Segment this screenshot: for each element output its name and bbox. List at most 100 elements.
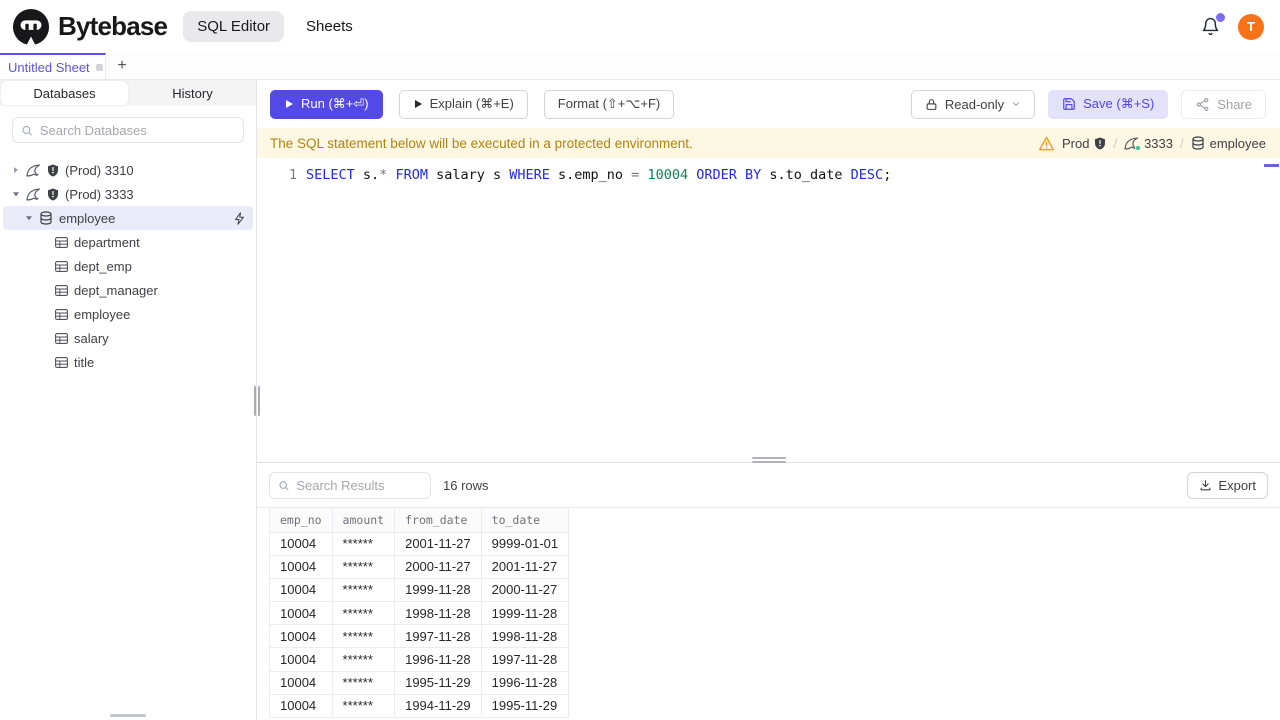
results-resize-handle[interactable] — [751, 457, 786, 463]
sidebar: Databases History (Prod) 3310 (Prod) 3333… — [0, 80, 260, 720]
tab-history[interactable]: History — [129, 80, 256, 106]
format-button-label: Format (⇧+⌥+F) — [557, 96, 661, 111]
tree-table-title[interactable]: title — [0, 350, 256, 374]
nav-sheets[interactable]: Sheets — [292, 11, 367, 42]
column-header-amount[interactable]: amount — [332, 508, 396, 533]
sidebar-horizontal-scrollbar[interactable] — [110, 714, 146, 717]
tree-table-dept-emp[interactable]: dept_emp — [0, 254, 256, 278]
sql-token: DESC — [850, 167, 884, 183]
table-row[interactable]: 10004 ****** 1996-11-28 1997-11-28 — [269, 647, 570, 672]
brand-name: Bytebase — [58, 11, 168, 41]
tree-table-employee[interactable]: employee — [0, 302, 256, 326]
table-row[interactable]: 10004 ****** 2001-11-27 9999-01-01 — [269, 532, 570, 556]
column-header-to_date[interactable]: to_date — [481, 508, 570, 533]
column-header-from_date[interactable]: from_date — [394, 508, 482, 533]
save-button[interactable]: Save (⌘+S) — [1048, 89, 1169, 119]
chevron-down-icon — [1013, 102, 1020, 107]
tree-table-department[interactable]: department — [0, 230, 256, 254]
share-button[interactable]: Share — [1181, 89, 1266, 119]
tree-database-employee[interactable]: employee — [3, 206, 253, 230]
table-cell: 1997-11-28 — [481, 647, 570, 672]
sidebar-resize-handle[interactable] — [254, 386, 260, 416]
readonly-mode-dropdown[interactable]: Read-only — [910, 89, 1036, 119]
results-toolbar: 16 rows Export — [257, 463, 1280, 507]
table-row[interactable]: 10004 ****** 1997-11-28 1998-11-28 — [269, 624, 570, 649]
connection-status-dot — [1135, 144, 1142, 151]
table-cell: 2000-11-27 — [481, 578, 570, 603]
breadcrumb-environment[interactable]: Prod — [1062, 136, 1106, 151]
explain-button[interactable]: Explain (⌘+E) — [398, 89, 528, 119]
breadcrumb-instance[interactable]: 3333 — [1124, 136, 1173, 151]
sheet-tab-untitled[interactable]: Untitled Sheet — [0, 53, 106, 79]
table-cell: 10004 — [269, 671, 333, 695]
tab-databases[interactable]: Databases — [1, 81, 128, 105]
format-button[interactable]: Format (⇧+⌥+F) — [543, 89, 675, 119]
table-row[interactable]: 10004 ****** 1994-11-29 1995-11-29 — [269, 694, 570, 719]
chevron-down-icon — [12, 190, 20, 198]
table-cell: 1996-11-28 — [394, 647, 482, 672]
sql-token: s.to_date — [761, 167, 851, 183]
download-icon — [1201, 479, 1211, 490]
table-row[interactable]: 10004 ****** 1999-11-28 2000-11-27 — [269, 578, 570, 603]
tree-label: employee — [74, 306, 131, 322]
database-search-input[interactable] — [39, 122, 235, 138]
tree-label: department — [74, 234, 140, 250]
export-button-label: Export — [1218, 477, 1256, 493]
table-row[interactable]: 10004 ****** 2000-11-27 2001-11-27 — [269, 555, 570, 579]
nav-sql-editor[interactable]: SQL Editor — [183, 11, 285, 42]
content: Databases History (Prod) 3310 (Prod) 3333… — [0, 80, 1280, 720]
table-cell: 1998-11-28 — [394, 601, 482, 626]
table-cell: 1996-11-28 — [481, 671, 570, 695]
tree-table-dept-manager[interactable]: dept_manager — [0, 278, 256, 302]
results-table-body: 10004 ****** 2001-11-27 9999-01-01 10004 ****… — [269, 532, 570, 719]
table-cell: 10004 — [269, 601, 333, 626]
explain-button-label: Explain (⌘+E) — [429, 96, 514, 111]
results-search-input[interactable] — [296, 477, 422, 493]
table-row[interactable]: 10004 ****** 1995-11-29 1996-11-28 — [269, 671, 570, 695]
table-cell: 10004 — [269, 694, 333, 719]
breadcrumb-database[interactable]: employee — [1191, 136, 1266, 151]
table-icon — [55, 284, 68, 296]
table-icon — [55, 236, 68, 248]
table-cell: 1995-11-29 — [394, 671, 482, 695]
results-search — [269, 471, 431, 499]
table-cell: ****** — [332, 601, 396, 626]
editor-overview-ruler-marker — [1264, 164, 1279, 167]
table-cell: ****** — [332, 671, 396, 695]
table-cell: 1999-11-28 — [481, 601, 570, 626]
environment-shield-icon — [47, 188, 59, 201]
sql-token: ORDER BY — [696, 167, 762, 183]
sql-token: SELECT — [306, 167, 355, 183]
tree-label: salary — [74, 330, 109, 346]
main-nav: SQL Editor Sheets — [183, 11, 367, 42]
table-cell: ****** — [332, 647, 396, 672]
export-button[interactable]: Export — [1187, 471, 1268, 499]
chevron-right-icon — [12, 166, 20, 174]
column-header-emp_no[interactable]: emp_no — [269, 508, 333, 533]
sql-editor-area[interactable]: 1 SELECT s.* FROM salary s WHERE s.emp_n… — [257, 158, 1280, 462]
new-sheet-button[interactable]: + — [106, 53, 138, 79]
sheet-tab-label: Untitled Sheet — [8, 59, 90, 75]
tree-label: title — [74, 354, 95, 370]
tree-label: dept_emp — [74, 258, 132, 274]
tree-table-salary[interactable]: salary — [0, 326, 256, 350]
table-cell: 2001-11-27 — [394, 532, 482, 556]
table-cell: 1998-11-28 — [481, 624, 570, 649]
notifications-button[interactable] — [1201, 13, 1225, 36]
shield-icon — [1095, 137, 1106, 149]
brand[interactable]: Bytebase — [12, 8, 168, 46]
tree-label: dept_manager — [74, 282, 158, 298]
database-label: employee — [1209, 135, 1266, 151]
table-row[interactable]: 10004 ****** 1998-11-28 1999-11-28 — [269, 601, 570, 626]
search-icon — [279, 480, 289, 490]
banner-message: The SQL statement below will be executed… — [270, 135, 693, 151]
table-cell: ****** — [332, 532, 396, 556]
table-cell: ****** — [332, 578, 396, 603]
run-button[interactable]: Run (⌘+⏎) — [270, 89, 383, 119]
avatar[interactable]: T — [1238, 13, 1264, 40]
mysql-instance-icon — [26, 187, 41, 201]
tree-instance-prod-3333[interactable]: (Prod) 3333 — [0, 182, 256, 206]
run-button-label: Run (⌘+⏎) — [301, 96, 369, 111]
environment-shield-icon — [47, 164, 59, 177]
tree-instance-prod-3310[interactable]: (Prod) 3310 — [0, 158, 256, 182]
